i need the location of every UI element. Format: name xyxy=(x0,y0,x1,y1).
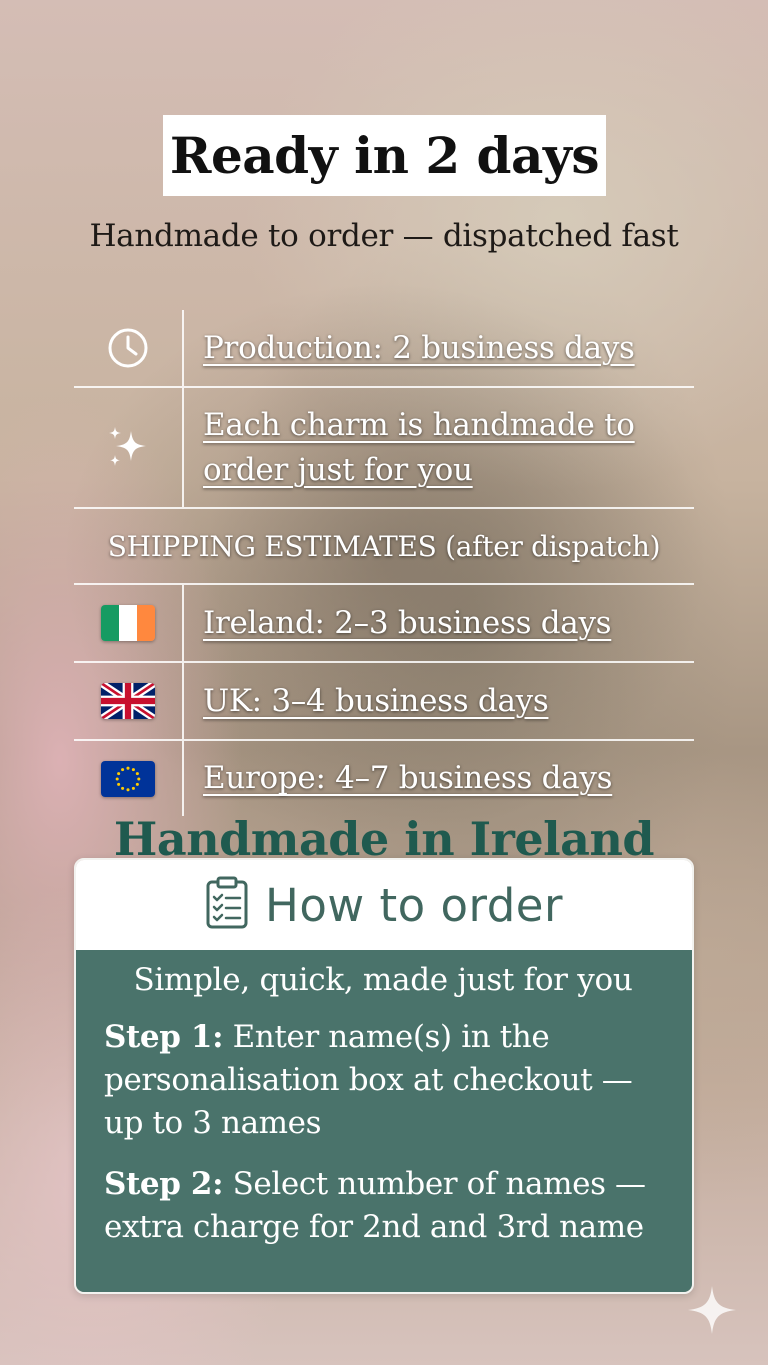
uk-flag-icon xyxy=(101,683,155,719)
info-table: Production: 2 business days Each charm i… xyxy=(74,310,694,816)
uk-flag-cell xyxy=(74,663,184,739)
shipping-row-ireland: Ireland: 2–3 business days xyxy=(74,585,694,663)
ireland-flag-cell xyxy=(74,585,184,661)
page-title: Ready in 2 days xyxy=(169,126,600,185)
how-to-order-body: Simple, quick, made just for you Step 1:… xyxy=(76,950,692,1292)
shipping-heading: SHIPPING ESTIMATES (after dispatch) xyxy=(107,529,661,563)
sparkle-icon xyxy=(686,1284,738,1336)
shipping-row-europe: Europe: 4–7 business days xyxy=(74,741,694,816)
handmade-row: Each charm is handmade to order just for… xyxy=(74,388,694,509)
shipping-row-uk: UK: 3–4 business days xyxy=(74,663,694,741)
shipping-europe-link[interactable]: Europe: 4–7 business days xyxy=(184,756,613,801)
eu-flag-icon xyxy=(101,760,155,797)
step-2-label: Step 2: xyxy=(104,1166,224,1202)
shipping-uk-link[interactable]: UK: 3–4 business days xyxy=(184,679,549,724)
shipping-heading-row: SHIPPING ESTIMATES (after dispatch) xyxy=(74,509,694,585)
handmade-link[interactable]: Each charm is handmade to order just for… xyxy=(184,403,654,493)
shipping-ireland-link[interactable]: Ireland: 2–3 business days xyxy=(184,601,612,646)
step-1-label: Step 1: xyxy=(104,1019,224,1055)
how-to-order-tagline: Simple, quick, made just for you xyxy=(133,962,633,998)
production-link[interactable]: Production: 2 business days xyxy=(184,326,635,371)
step-2: Step 2: Select number of names — extra c… xyxy=(104,1163,662,1249)
clipboard-checklist-icon xyxy=(205,876,249,934)
page-subtitle: Handmade to order — dispatched fast xyxy=(89,218,679,254)
how-to-order-card: How to order Simple, quick, made just fo… xyxy=(74,858,694,1294)
ireland-flag-icon xyxy=(101,605,155,641)
title-banner: Ready in 2 days xyxy=(163,115,606,196)
how-to-order-header: How to order xyxy=(76,860,692,950)
how-to-order-title: How to order xyxy=(265,878,563,932)
step-1: Step 1: Enter name(s) in the personalisa… xyxy=(104,1016,662,1145)
production-row: Production: 2 business days xyxy=(74,310,694,388)
clock-icon xyxy=(74,310,184,386)
sparkles-icon xyxy=(74,388,184,507)
eu-flag-cell xyxy=(74,741,184,816)
